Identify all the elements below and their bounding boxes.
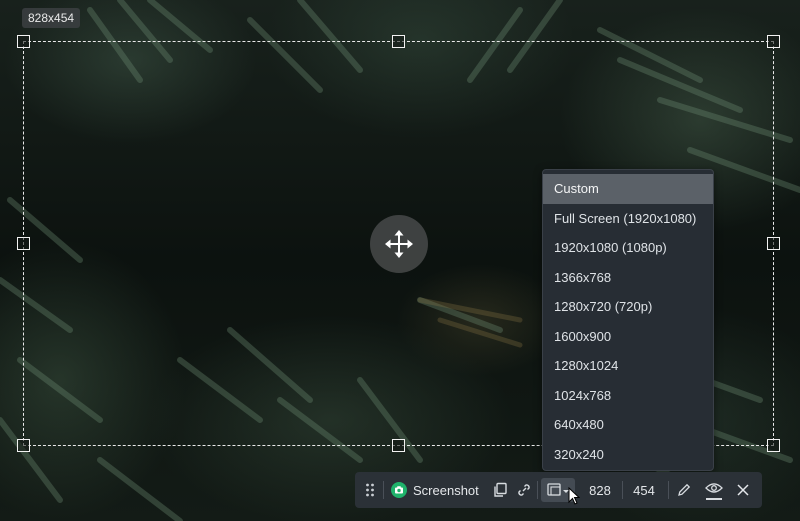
pencil-icon xyxy=(678,483,691,496)
height-value: 454 xyxy=(633,482,655,498)
dropdown-item-320x240[interactable]: 320x240 xyxy=(543,440,713,470)
preview-button[interactable] xyxy=(702,472,726,508)
dropdown-item-720p[interactable]: 1280x720 (720p) xyxy=(543,292,713,322)
resize-handle-bottom-right[interactable] xyxy=(767,439,780,452)
resize-handle-top-right[interactable] xyxy=(767,35,780,48)
close-button[interactable] xyxy=(732,472,754,508)
resize-handle-left[interactable] xyxy=(17,237,30,250)
toolbar-divider xyxy=(668,481,669,499)
region-select-icon xyxy=(547,483,569,496)
dropdown-item-custom[interactable]: Custom xyxy=(543,174,713,204)
mouse-cursor-icon xyxy=(568,487,580,505)
mode-label: Screenshot xyxy=(413,482,479,498)
selection-size-label: 828x454 xyxy=(22,8,81,28)
resize-handle-top-left[interactable] xyxy=(17,35,30,48)
move-arrows-icon xyxy=(385,230,413,258)
resolution-dropdown: Custom Full Screen (1920x1080) 1920x1080… xyxy=(542,169,714,471)
dropdown-item-1600x900[interactable]: 1600x900 xyxy=(543,322,713,352)
preview-active-indicator xyxy=(706,497,722,500)
dropdown-item-640x480[interactable]: 640x480 xyxy=(543,410,713,440)
toolbar-divider xyxy=(383,481,384,499)
camera-icon xyxy=(391,482,407,498)
eye-icon xyxy=(705,482,723,493)
dropdown-item-1080p[interactable]: 1920x1080 (1080p) xyxy=(543,233,713,263)
move-button[interactable] xyxy=(370,215,428,273)
edit-button[interactable] xyxy=(673,472,695,508)
link-button[interactable] xyxy=(513,472,535,508)
link-icon xyxy=(518,484,530,496)
resize-handle-bottom[interactable] xyxy=(392,439,405,452)
copy-icon xyxy=(494,482,507,497)
resize-handle-right[interactable] xyxy=(767,237,780,250)
dropdown-item-1280x1024[interactable]: 1280x1024 xyxy=(543,351,713,381)
resize-handle-top[interactable] xyxy=(392,35,405,48)
toolbar-divider xyxy=(622,481,623,499)
drag-handle[interactable] xyxy=(361,472,379,508)
drag-handle-icon xyxy=(366,483,374,497)
resize-handle-bottom-left[interactable] xyxy=(17,439,30,452)
toolbar-divider xyxy=(537,481,538,499)
mode-selector[interactable]: Screenshot xyxy=(391,472,481,508)
dropdown-item-1366x768[interactable]: 1366x768 xyxy=(543,263,713,293)
dropdown-item-1024x768[interactable]: 1024x768 xyxy=(543,381,713,411)
capture-toolbar: Screenshot 828 454 xyxy=(355,472,762,508)
copy-button[interactable] xyxy=(489,472,511,508)
width-value: 828 xyxy=(589,482,611,498)
height-field[interactable]: 454 xyxy=(625,472,663,508)
dropdown-item-full-screen[interactable]: Full Screen (1920x1080) xyxy=(543,204,713,234)
width-field[interactable]: 828 xyxy=(581,472,619,508)
close-icon xyxy=(737,484,749,496)
